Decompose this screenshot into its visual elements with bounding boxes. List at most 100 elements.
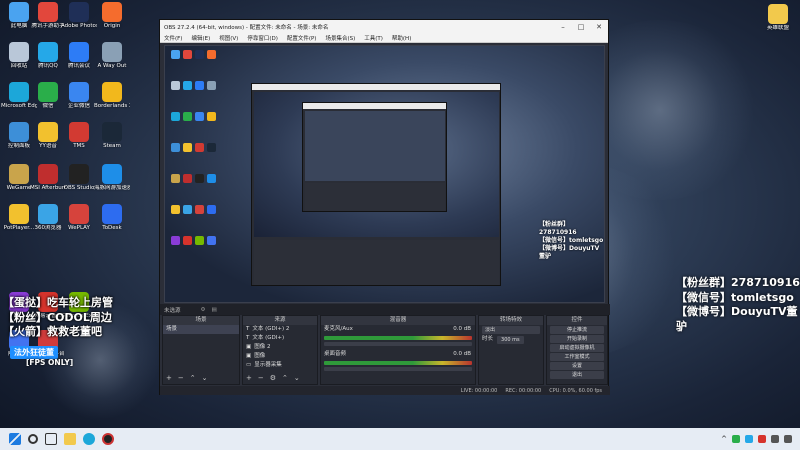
volume-meter-desktop [324,361,472,365]
desktop-icon-right[interactable]: 英雄联盟 [760,4,796,32]
tray-app-icon[interactable] [732,435,740,443]
obs-titlebar[interactable]: OBS 27.2.4 (64-bit, windows) - 配置文件: 未命名… [160,20,608,33]
windows-start-icon[interactable] [9,433,21,445]
studio-mode-button[interactable]: 工作室模式 [550,353,604,361]
mixer-channel-mic: 麦克风/Aux 0.0 dB [324,326,471,332]
nested-obs-window [251,83,501,286]
browser-360-icon [183,205,192,214]
menu-edit[interactable]: 编辑(E) [191,34,210,42]
maximize-icon[interactable]: □ [572,23,590,31]
add-icon[interactable]: + [166,374,172,382]
source-item[interactable]: T 文本 (GDI+) 2 [243,325,317,334]
menu-view[interactable]: 视图(V) [219,34,238,42]
tray-arrow-icon[interactable]: ^ [721,435,727,443]
transition-select[interactable]: 淡出 [482,326,540,334]
desktop-icon[interactable]: 企业微信 [61,82,97,110]
desktop-icon[interactable]: TMS [61,122,97,150]
scene-item[interactable]: 场景 [163,325,239,334]
browser-360-icon [38,204,58,224]
minimize-icon[interactable]: – [554,23,572,31]
tencent-game-icon [183,50,192,59]
control-panel-icon [171,143,180,152]
image-icon: ▣ [246,353,252,359]
stream-info-overlay: 【粉丝群】278710916 【微信号】tomletsgo 【微博号】Douyu… [676,276,800,333]
menu-tools[interactable]: 工具(T) [364,34,383,42]
obs-icon[interactable] [102,433,114,445]
exit-button[interactable]: 退出 [550,371,604,379]
menu-help[interactable]: 帮助(H) [392,34,411,42]
task-view-icon[interactable] [45,433,57,445]
live-status: LIVE: 00:00:00 [460,387,498,394]
control-panel-icon [9,122,29,142]
volume-slider-desktop[interactable] [324,367,472,371]
gear-icon[interactable]: ⚙ [201,307,206,313]
add-icon[interactable]: + [246,374,252,382]
desktop-icon[interactable]: Borderlands 3 [94,82,130,110]
menu-file[interactable]: 文件(F) [164,34,182,42]
edge-icon [171,112,180,121]
recycle-bin-icon [171,81,180,90]
network-icon[interactable] [771,435,779,443]
volume-icon[interactable] [784,435,792,443]
source-item[interactable]: ▣ 图像 [243,352,317,361]
obs-icon [195,174,204,183]
remove-icon[interactable]: − [178,374,184,382]
obs-window[interactable]: OBS 27.2.4 (64-bit, windows) - 配置文件: 未命名… [159,19,610,395]
desktop-icon[interactable]: Steam [94,122,130,150]
fps-tag: [FPS ONLY] [26,358,74,367]
duration-input[interactable]: 300 ms [497,335,524,344]
remove-icon[interactable]: − [258,374,264,382]
wecom-icon [69,82,89,102]
up-icon[interactable]: ⌃ [282,374,288,382]
tencent-meeting-icon [195,81,204,90]
obs-title: OBS 27.2.4 (64-bit, windows) - 配置文件: 未命名… [164,24,329,31]
source-item[interactable]: ▣ 图像 2 [243,343,317,352]
obs-icon [69,164,89,184]
edge-icon[interactable] [83,433,95,445]
volume-slider-mic[interactable] [324,342,472,346]
menu-profile[interactable]: 配置文件(P) [287,34,317,42]
obs-statusbar: LIVE: 00:00:00 REC: 00:00:00 CPU: 0.0%, … [160,386,610,395]
desktop-icon[interactable]: WePLAY [61,204,97,232]
desktop-icon[interactable]: OBS Studio [61,164,97,192]
close-icon[interactable]: ✕ [590,23,608,31]
source-item[interactable]: ▭ 显示器采集 [243,361,317,370]
menu-scene-collection[interactable]: 场景集合(S) [325,34,355,42]
file-explorer-icon[interactable] [64,433,76,445]
filter-icon[interactable]: ▤ [211,307,216,313]
desktop-icon-label: 腾讯会议 [67,63,90,69]
desktop-icon[interactable]: 海豚网游加速器5.0 [94,164,130,192]
start-recording-button[interactable]: 开始录制 [550,335,604,343]
text-icon: T [246,335,250,341]
down-icon[interactable]: ⌄ [294,374,300,382]
gear-icon[interactable]: ⚙ [270,374,276,382]
desktop-icon[interactable]: A Way Out [94,42,130,70]
a-way-out-icon [207,81,216,90]
search-icon[interactable] [28,434,38,444]
geforce-icon [195,236,204,245]
desktop-icon[interactable]: ToDesk [94,204,130,232]
tray-app-icon[interactable] [758,435,766,443]
desktop-icon-label: 企业微信 [67,103,90,109]
obs-docks: 场景 场景 + − ⌃ ⌄ 来源 T 文本 (GDI+) 2 T 文本 (GDI+)… [160,315,610,385]
dolphin-vpn-icon [207,174,216,183]
settings-button[interactable]: 设置 [550,362,604,370]
down-icon[interactable]: ⌄ [202,374,208,382]
todesk-icon [207,205,216,214]
obs-preview[interactable]: 【粉丝群】278710916 【微信号】tomletsgo 【微博号】Douyu… [164,45,605,303]
nested-titlebar [252,84,500,90]
menu-docks[interactable]: 停靠窗口(D) [247,34,278,42]
desktop-icon[interactable]: Origin [94,2,130,30]
todesk-icon [102,204,122,224]
desktop-icon-label: WePLAY [68,225,90,231]
tray-app-icon[interactable] [745,435,753,443]
afterburner-icon [183,174,192,183]
borderlands-icon [207,112,216,121]
desktop-icon[interactable]: 腾讯会议 [61,42,97,70]
up-icon[interactable]: ⌃ [190,374,196,382]
desktop-icon[interactable]: Adobe Photosh... [61,2,97,30]
stop-streaming-button[interactable]: 停止推流 [550,326,604,334]
virtual-camera-button[interactable]: 启动虚拟摄像机 [550,344,604,352]
source-item[interactable]: T 文本 (GDI+) [243,334,317,343]
desktop-icon-label: ToDesk [102,225,122,231]
